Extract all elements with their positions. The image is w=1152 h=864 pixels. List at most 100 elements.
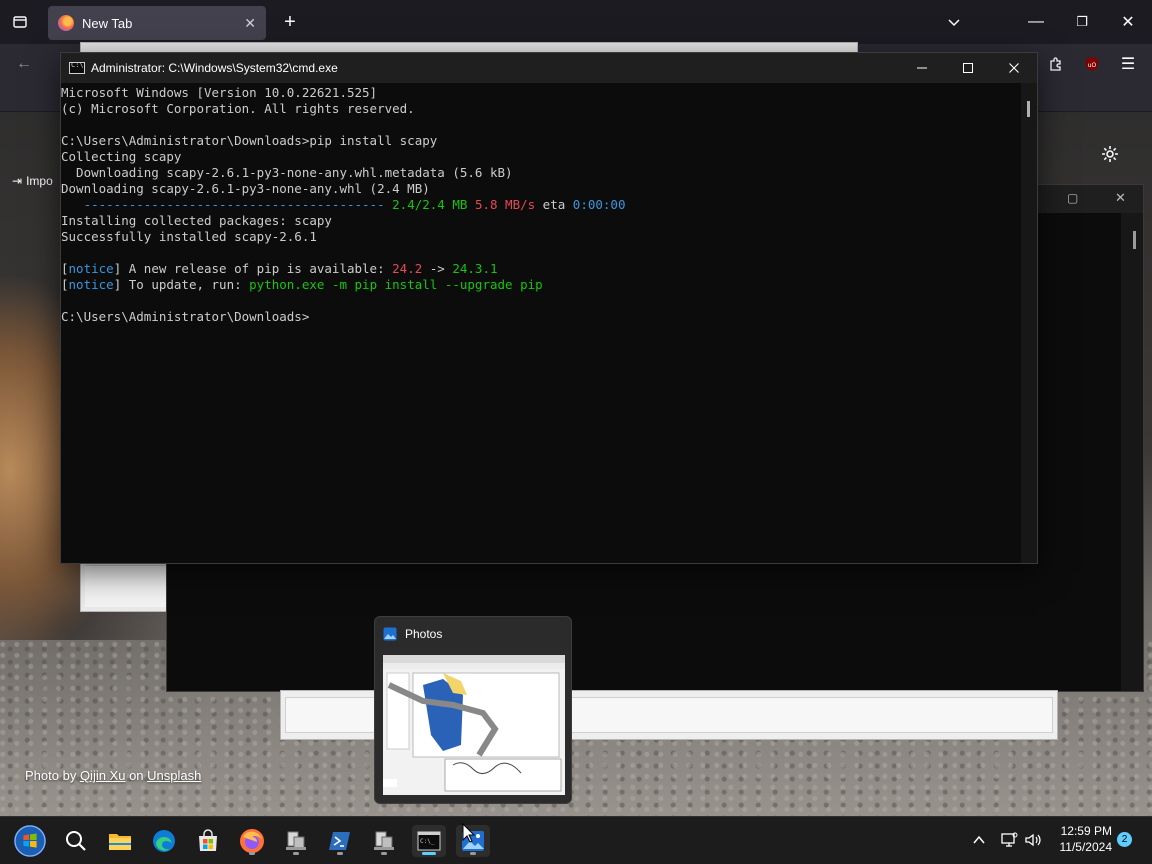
cmd-app-icon <box>69 61 85 74</box>
powershell-icon <box>329 832 350 850</box>
microsoft-store-icon <box>199 829 217 851</box>
photos-running-indicator <box>470 852 476 855</box>
terminal-text-segment: (c) Microsoft Corporation. All rights re… <box>61 101 415 116</box>
terminal-text-segment: [ <box>61 261 69 276</box>
terminal-text-segment: 5.8 MB/s <box>474 197 536 212</box>
ff-close-icon[interactable]: ✕ <box>1116 10 1140 34</box>
terminal-text-segment: 24.2 <box>392 261 423 276</box>
firefox-tab-bar: New Tab ✕ + ― ❐ ✕ <box>0 0 1152 44</box>
terminal-line: Successfully installed scapy-2.6.1 <box>61 229 1023 245</box>
powershell-running-indicator <box>337 852 343 855</box>
photos-preview-thumbnail[interactable] <box>383 655 565 795</box>
cmd-titlebar[interactable]: Administrator: C:\Windows\System32\cmd.e… <box>61 53 1037 83</box>
terminal-text-segment: 0:00:00 <box>572 197 626 212</box>
terminal-line: Downloading scapy-2.6.1-py3-none-any.whl… <box>61 165 1023 181</box>
terminal-text-segment: 2.4/2.4 MB <box>392 197 468 212</box>
terminal-line: [notice] To update, run: python.exe -m p… <box>61 277 1023 293</box>
terminal-text-segment: ] To update, run: <box>113 277 250 292</box>
back-arrow-icon[interactable]: ← <box>12 52 36 76</box>
terminal-line: Microsoft Windows [Version 10.0.22621.52… <box>61 85 1023 101</box>
extensions-icon[interactable] <box>1044 52 1068 76</box>
network-app-icon <box>286 831 306 850</box>
terminal-line: C:\Users\Administrator\Downloads> <box>61 309 1023 325</box>
terminal-line: Collecting scapy <box>61 149 1023 165</box>
terminal-line: C:\Users\Administrator\Downloads>pip ins… <box>61 133 1023 149</box>
notification-count-badge[interactable]: 2 <box>1117 832 1132 847</box>
terminal-text-segment: Successfully installed scapy-2.6.1 <box>61 229 317 244</box>
import-bookmarks-button[interactable]: ⇥ Impo <box>12 174 53 188</box>
close-tab-icon[interactable]: ✕ <box>244 15 256 32</box>
powershell-button[interactable] <box>324 825 356 857</box>
newtab-settings-gear-icon[interactable] <box>1100 144 1120 164</box>
photos-taskbar-preview[interactable]: Photos <box>374 616 572 804</box>
cmd-close-icon[interactable] <box>991 53 1037 83</box>
taskbar-clock[interactable]: 12:59 PM 11/5/2024 <box>1056 823 1113 855</box>
network-app-running-indicator <box>293 852 299 855</box>
terminal-text-segment: [ <box>61 277 69 292</box>
command-prompt-button[interactable]: C:\_ <box>412 825 446 857</box>
cmd-maximize-icon[interactable] <box>945 53 991 83</box>
firefox-tab-new-tab[interactable]: New Tab ✕ <box>48 6 266 40</box>
bg-restore-icon[interactable]: ▢ <box>1067 191 1078 205</box>
network-app-2-running-indicator <box>381 852 387 855</box>
terminal-line: Installing collected packages: scapy <box>61 213 1023 229</box>
bg-close-icon[interactable]: ✕ <box>1115 190 1126 206</box>
tray-overflow-chevron-up-icon[interactable] <box>972 833 986 850</box>
terminal-text-segment: Microsoft Windows [Version 10.0.22621.52… <box>61 85 378 100</box>
mouse-cursor-icon <box>462 823 476 843</box>
terminal-text-segment: 24.3.1 <box>452 261 498 276</box>
command-prompt-active-indicator <box>422 852 436 855</box>
clock-date: 11/5/2024 <box>1059 840 1113 854</box>
search-button[interactable] <box>60 825 92 857</box>
credit-middle: on <box>125 768 148 783</box>
photos-preview-title: Photos <box>405 627 443 641</box>
terminal-text-segment: python.exe -m pip install --upgrade pip <box>249 277 543 292</box>
cmd-terminal-output[interactable]: Microsoft Windows [Version 10.0.22621.52… <box>61 83 1023 563</box>
ff-minimize-icon[interactable]: ― <box>1024 10 1048 34</box>
terminal-text-segment: C:\Users\Administrator\Downloads> <box>61 309 310 324</box>
credit-author-link[interactable]: Qijin Xu <box>80 768 126 783</box>
background-terminal-scroll-thumb[interactable] <box>1133 231 1136 249</box>
firefox-running-indicator <box>249 852 255 855</box>
terminal-text-segment: Collecting scapy <box>61 149 182 164</box>
ublock-origin-icon[interactable]: uO <box>1080 52 1104 76</box>
photos-app-icon <box>383 627 397 641</box>
network-app-2-button[interactable] <box>368 825 400 857</box>
terminal-line: [notice] A new release of pip is availab… <box>61 261 1023 277</box>
start-button[interactable] <box>14 825 46 857</box>
cmd-scroll-thumb[interactable] <box>1027 101 1030 117</box>
edge-button[interactable] <box>148 825 180 857</box>
cmd-window[interactable]: Administrator: C:\Windows\System32\cmd.e… <box>60 52 1038 564</box>
terminal-text-segment: ---------------------------------------- <box>61 197 393 212</box>
network-app-button[interactable] <box>280 825 312 857</box>
svg-text:uO: uO <box>1088 62 1097 69</box>
volume-speaker-icon[interactable] <box>1024 831 1042 854</box>
terminal-text-segment: Downloading scapy-2.6.1-py3-none-any.whl… <box>61 165 513 180</box>
import-icon: ⇥ <box>12 174 23 188</box>
firefox-button[interactable] <box>236 825 268 857</box>
terminal-line: ----------------------------------------… <box>61 197 1023 213</box>
firefox-icon <box>240 829 264 853</box>
background-terminal-scrollbar[interactable] <box>1121 213 1143 691</box>
credit-site-link[interactable]: Unsplash <box>147 768 201 783</box>
terminal-text-segment: eta <box>535 197 573 212</box>
network-status-icon[interactable] <box>1000 831 1018 854</box>
file-explorer-button[interactable] <box>104 825 136 857</box>
command-prompt-icon: C:\_ <box>417 831 441 851</box>
svg-text:C:\_: C:\_ <box>420 838 435 845</box>
firefox-view-icon[interactable] <box>8 10 32 34</box>
new-tab-plus-icon[interactable]: + <box>278 10 302 34</box>
hamburger-menu-icon[interactable]: ☰ <box>1116 52 1140 76</box>
ff-restore-icon[interactable]: ❐ <box>1070 10 1094 34</box>
cmd-minimize-icon[interactable] <box>899 53 945 83</box>
microsoft-store-button[interactable] <box>192 825 224 857</box>
import-bookmarks-label: Impo <box>26 174 53 188</box>
start-button-icon <box>14 825 46 857</box>
cmd-scrollbar[interactable] <box>1021 83 1037 563</box>
terminal-text-segment: Installing collected packages: scapy <box>61 213 332 228</box>
tab-list-chevron-down-icon[interactable] <box>942 10 966 34</box>
